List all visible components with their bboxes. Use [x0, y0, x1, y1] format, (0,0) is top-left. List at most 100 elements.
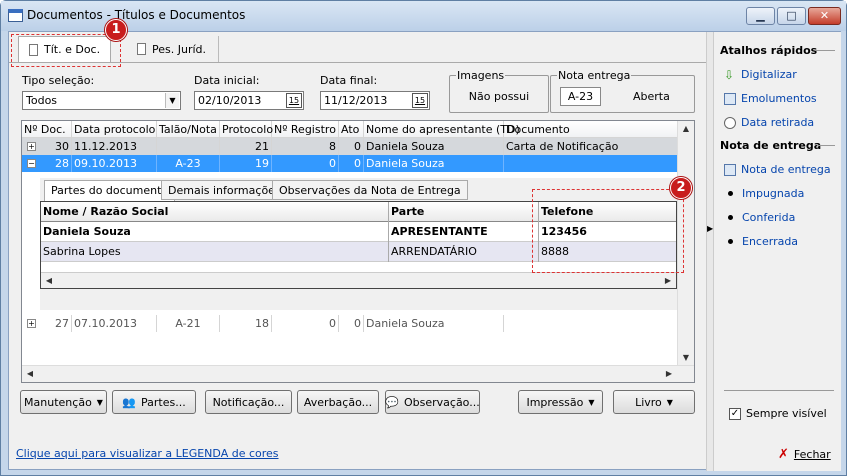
scroll-left-icon[interactable]: ◀: [41, 273, 57, 289]
data-inicial-input[interactable]: 02/10/2013 15: [194, 91, 304, 110]
column-header[interactable]: Documento: [504, 121, 678, 138]
close-icon: ✗: [778, 447, 789, 462]
fechar-button[interactable]: ✗ Fechar: [778, 447, 831, 462]
atalhos-title: Atalhos rápidos: [720, 44, 818, 57]
main-pane: Tít. e Doc. Pes. Juríd. 1 Tipo seleção: …: [9, 19, 706, 471]
column-header[interactable]: Parte: [389, 202, 539, 222]
cell-protocolo: 21: [220, 138, 272, 155]
column-header[interactable]: Ato: [339, 121, 364, 138]
column-header[interactable]: Nº Registro: [272, 121, 339, 138]
sidebar-item-label: Data retirada: [741, 116, 815, 129]
checkmark-icon[interactable]: ✓: [729, 407, 741, 420]
divider: [817, 145, 835, 146]
tipo-selecao-value: Todos: [26, 94, 58, 107]
column-header[interactable]: Nº Doc.: [22, 121, 72, 138]
legenda-link[interactable]: Clique aqui para visualizar a LEGENDA de…: [16, 447, 279, 460]
table-row[interactable]: + 30 11.12.2013 21 8 0 Daniela Souza Car…: [22, 138, 678, 155]
nota-entrega-sidebar-title: Nota de entrega: [720, 139, 822, 152]
sidebar-item-label: Conferida: [742, 211, 796, 224]
imagens-value: Não possui: [468, 90, 530, 103]
cell-data: 07.10.2013: [72, 315, 157, 332]
cell-talao: A-21: [157, 315, 220, 332]
tab-partes-documento[interactable]: Partes do documento: [44, 180, 176, 201]
sidebar-item-conferida[interactable]: Conferida: [724, 211, 795, 224]
tab-observacoes-nota[interactable]: Observações da Nota de Entrega: [272, 180, 468, 200]
calendar-icon[interactable]: 15: [412, 93, 428, 108]
column-header[interactable]: Data protocolo: [72, 121, 157, 138]
data-final-value: 11/12/2013: [324, 94, 388, 107]
table-row[interactable]: + 27 07.10.2013 A-21 18 0 0 Daniela Souz…: [22, 315, 678, 332]
sidebar-item-emolumentos[interactable]: Emolumentos: [724, 92, 817, 105]
minimize-icon: ▁: [756, 9, 765, 22]
cell-nome: Sabrina Lopes: [41, 242, 389, 262]
scroll-right-icon[interactable]: ▶: [660, 273, 676, 289]
dropdown-arrow-icon: ▼: [666, 397, 673, 407]
grid-horizontal-scrollbar[interactable]: ◀ ▶: [22, 365, 694, 382]
collapse-icon[interactable]: −: [27, 159, 36, 168]
cell-ato: 0: [339, 315, 364, 332]
tab-demais-informacoes[interactable]: Demais informações: [161, 180, 288, 200]
button-label: Livro: [635, 395, 662, 409]
tipo-selecao-select[interactable]: Todos ▼: [22, 91, 181, 110]
title-bar[interactable]: Documentos - Títulos e Documentos ▁ □ ✕: [1, 1, 846, 31]
bullet-icon: [728, 191, 733, 196]
close-window-button[interactable]: ✕: [808, 7, 841, 25]
divider: [724, 390, 834, 391]
sidebar-item-digitalizar[interactable]: ⇩ Digitalizar: [724, 68, 797, 81]
chevron-down-icon[interactable]: ▼: [165, 93, 179, 108]
sidebar-item-encerrada[interactable]: Encerrada: [724, 235, 798, 248]
observacao-button[interactable]: 💬 Observação...: [385, 390, 480, 414]
livro-button[interactable]: Livro ▼: [613, 390, 695, 414]
cell-data: 09.10.2013: [72, 155, 157, 172]
cell-ato: 0: [339, 155, 364, 172]
scroll-up-icon[interactable]: ▲: [678, 121, 694, 137]
column-header[interactable]: Nome do apresentante (TD): [364, 121, 520, 138]
expand-icon[interactable]: +: [27, 319, 36, 328]
button-label: Observação...: [403, 395, 480, 409]
cell-documento: [504, 155, 678, 172]
sempre-visivel-checkbox[interactable]: ✓ Sempre visível: [729, 407, 827, 420]
sidebar-item-nota-entrega[interactable]: Nota de entrega: [724, 163, 831, 176]
download-icon: ⇩: [724, 67, 735, 82]
data-final-input[interactable]: 11/12/2013 15: [320, 91, 430, 110]
cell-documento: Carta de Notificação: [506, 140, 619, 153]
partes-button[interactable]: 👥 Partes...: [112, 390, 196, 414]
sidebar-item-data-retirada[interactable]: Data retirada: [724, 116, 814, 129]
fechar-label: Fechar: [793, 448, 831, 461]
scroll-right-icon[interactable]: ▶: [661, 366, 677, 382]
sidebar-splitter[interactable]: ▶: [706, 32, 714, 471]
column-header[interactable]: Talão/Nota: [157, 121, 220, 138]
column-header[interactable]: Protocolo: [220, 121, 273, 138]
document-icon: [137, 43, 146, 55]
expand-icon[interactable]: +: [27, 142, 36, 151]
main-window: Documentos - Títulos e Documentos ▁ □ ✕ …: [0, 0, 847, 476]
manutencao-button[interactable]: Manutenção ▼: [20, 390, 107, 414]
sidebar-item-label: Nota de entrega: [741, 163, 831, 176]
scroll-down-icon[interactable]: ▼: [678, 350, 694, 366]
cell-documento: [504, 315, 678, 332]
cell-doc: 30: [39, 138, 72, 155]
impressao-button[interactable]: Impressão ▼: [518, 390, 603, 414]
tab-label: Pes. Juríd.: [152, 42, 207, 56]
button-label: Manutenção: [24, 395, 92, 409]
table-row-selected[interactable]: − 28 09.10.2013 A-23 19 0 0 Daniela Souz…: [22, 155, 678, 172]
chevron-right-icon[interactable]: ▶: [707, 224, 713, 233]
partes-horizontal-scrollbar[interactable]: ◀ ▶: [41, 272, 676, 288]
table-icon: [724, 92, 736, 105]
dropdown-arrow-icon: ▼: [588, 397, 595, 407]
cell-registro: 0: [272, 315, 339, 332]
nota-entrega-status: Aberta: [633, 90, 670, 103]
maximize-button[interactable]: □: [777, 7, 806, 25]
minimize-button[interactable]: ▁: [746, 7, 775, 25]
comment-icon: 💬: [385, 395, 399, 409]
highlight-box-2: [532, 189, 684, 273]
sidebar-item-impugnada[interactable]: Impugnada: [724, 187, 804, 200]
cell-talao: [157, 138, 220, 155]
notificacao-button[interactable]: Notificação...: [205, 390, 292, 414]
column-header[interactable]: Nome / Razão Social: [41, 202, 389, 222]
scroll-left-icon[interactable]: ◀: [22, 366, 38, 382]
sidebar-item-label: Impugnada: [742, 187, 805, 200]
calendar-icon[interactable]: 15: [286, 93, 302, 108]
tab-pessoa-juridica[interactable]: Pes. Juríd.: [127, 36, 219, 62]
averbacao-button[interactable]: Averbação...: [297, 390, 379, 414]
